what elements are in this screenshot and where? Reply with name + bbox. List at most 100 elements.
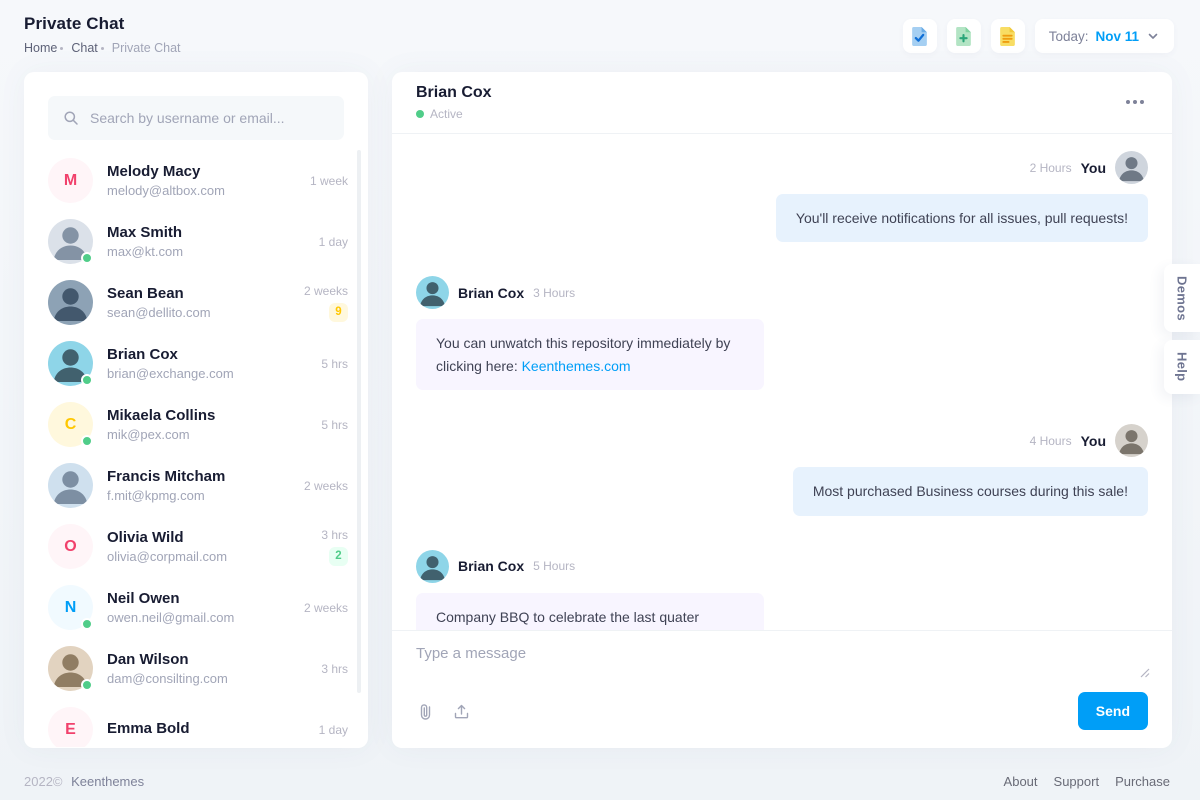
contact-info: Francis Mitcham f.mit@kpmg.com	[107, 468, 304, 503]
edge-tab-demos[interactable]: Demos	[1164, 264, 1200, 332]
breadcrumb-home[interactable]: Home	[24, 41, 57, 55]
list-item[interactable]: Brian Cox brian@exchange.com5 hrs	[48, 333, 354, 394]
edge-tab-demos-label: Demos	[1175, 276, 1190, 321]
file-check-button[interactable]	[903, 19, 937, 53]
chat-message-in: Brian Cox 5 Hours Company BBQ to celebrate…	[416, 550, 1148, 630]
message-bubble: Company BBQ to celebrate the last quater…	[416, 593, 764, 630]
message-header: 4 Hours You	[1030, 424, 1148, 457]
file-plus-button[interactable]	[947, 19, 981, 53]
chat-message-in: Brian Cox3 HoursYou can unwatch this rep…	[416, 276, 1148, 390]
chat-message-out: 4 Hours You Most purchased Business course…	[416, 424, 1148, 515]
contact-info: Max Smithmax@kt.com	[107, 224, 319, 259]
message-input[interactable]	[416, 645, 1148, 685]
breadcrumb-dot	[60, 47, 63, 50]
contact-email: f.mit@kpmg.com	[107, 488, 304, 503]
unread-badge: 9	[329, 303, 348, 322]
footer-copyright: 2022© Keenthemes	[24, 774, 144, 789]
message-bubble: Most purchased Business courses during t…	[793, 467, 1148, 515]
message-header: Brian Cox 5 Hours	[416, 550, 575, 583]
chevron-down-icon	[1146, 29, 1160, 43]
contact-email: sean@dellito.com	[107, 305, 304, 320]
contact-email: dam@consilting.com	[107, 671, 321, 686]
online-indicator	[81, 618, 93, 630]
brand-link[interactable]: Keenthemes	[71, 774, 144, 789]
list-item[interactable]: EEmma Bold1 day	[48, 699, 354, 747]
contact-time: 3 hrs	[321, 528, 348, 542]
breadcrumb-current: Private Chat	[112, 41, 181, 55]
contact-time: 5 hrs	[321, 418, 348, 432]
message-time: 5 Hours	[533, 559, 575, 573]
search-input[interactable]	[48, 96, 344, 140]
selected-date: Nov 11	[1095, 29, 1139, 44]
chat-peer-name[interactable]: Brian Cox	[416, 84, 1148, 102]
contact-meta: 2 weeks	[304, 479, 348, 493]
attach-file-button[interactable]	[416, 701, 435, 722]
avatar	[416, 276, 449, 309]
list-item[interactable]: Max Smithmax@kt.com1 day	[48, 211, 354, 272]
upload-image-button[interactable]	[451, 701, 472, 722]
footer-link-purchase[interactable]: Purchase	[1115, 774, 1170, 789]
breadcrumb-chat[interactable]: Chat	[71, 41, 97, 55]
footer-link-about[interactable]: About	[1004, 774, 1038, 789]
chat-composer: Send	[392, 630, 1172, 748]
contact-name: Olivia Wild	[107, 529, 321, 546]
contact-name: Neil Owen	[107, 590, 304, 607]
contact-info: Neil Owenowen.neil@gmail.com	[107, 590, 304, 625]
message-sender[interactable]: Brian Cox	[458, 558, 524, 574]
avatar: M	[48, 158, 93, 203]
message-sender[interactable]: You	[1081, 433, 1106, 449]
message-header: Brian Cox 3 Hours	[416, 276, 575, 309]
edge-tab-help[interactable]: Help	[1164, 340, 1200, 394]
online-status-dot	[416, 110, 424, 118]
list-item[interactable]: OOlivia Wildolivia@corpmail.com3 hrs2	[48, 516, 354, 577]
person-photo-icon	[416, 550, 449, 583]
message-time: 4 Hours	[1030, 434, 1072, 448]
message-time: 2 Hours	[1030, 161, 1072, 175]
contact-meta: 3 hrs	[321, 662, 348, 676]
contact-email: mik@pex.com	[107, 427, 321, 442]
contact-list-scrollbar[interactable]	[357, 150, 361, 693]
contact-email: brian@exchange.com	[107, 366, 321, 381]
contact-name: Brian Cox	[107, 346, 321, 363]
toolbar: Today: Nov 11	[903, 19, 1174, 53]
contact-name: Francis Mitcham	[107, 468, 304, 485]
contact-time: 2 weeks	[304, 479, 348, 493]
list-item[interactable]: Dan Wilson dam@consilting.com3 hrs	[48, 638, 354, 699]
contact-email: max@kt.com	[107, 244, 319, 259]
list-item[interactable]: CMikaela Collinsmik@pex.com5 hrs	[48, 394, 354, 455]
message-link[interactable]: Keenthemes.com	[522, 358, 631, 374]
contact-name: Dan Wilson	[107, 651, 321, 668]
resize-handle-icon[interactable]	[1139, 667, 1150, 678]
date-selector[interactable]: Today: Nov 11	[1035, 19, 1174, 53]
list-item[interactable]: Francis Mitcham f.mit@kpmg.com2 weeks	[48, 455, 354, 516]
person-photo-icon	[416, 276, 449, 309]
contacts-panel: MMelody Macymelody@altbox.com1 weekMax S…	[24, 72, 368, 748]
upload-icon	[453, 703, 470, 720]
footer-link-support[interactable]: Support	[1054, 774, 1100, 789]
contact-meta: 1 day	[319, 235, 348, 249]
contact-meta: 5 hrs	[321, 357, 348, 371]
contact-meta: 2 weeks	[304, 601, 348, 615]
chat-options-button[interactable]	[1122, 96, 1148, 108]
list-item[interactable]: MMelody Macymelody@altbox.com1 week	[48, 150, 354, 211]
contact-time: 1 day	[319, 723, 348, 737]
message-time: 3 Hours	[533, 286, 575, 300]
online-indicator	[81, 679, 93, 691]
list-item[interactable]: Sean Beansean@dellito.com2 weeks9	[48, 272, 354, 333]
today-label: Today:	[1049, 29, 1089, 44]
person-photo-icon	[1115, 151, 1148, 184]
contact-time: 1 day	[319, 235, 348, 249]
file-lines-button[interactable]	[991, 19, 1025, 53]
contact-meta: 5 hrs	[321, 418, 348, 432]
file-plus-icon	[953, 26, 974, 47]
message-sender[interactable]: Brian Cox	[458, 285, 524, 301]
contact-meta: 3 hrs2	[321, 528, 348, 566]
message-sender[interactable]: You	[1081, 160, 1106, 176]
online-indicator	[81, 252, 93, 264]
list-item[interactable]: NNeil Owenowen.neil@gmail.com2 weeks	[48, 577, 354, 638]
person-photo-icon	[1115, 424, 1148, 457]
avatar: E	[48, 707, 93, 747]
contact-name: Mikaela Collins	[107, 407, 321, 424]
send-button[interactable]: Send	[1078, 692, 1148, 730]
breadcrumb-dot	[101, 47, 104, 50]
